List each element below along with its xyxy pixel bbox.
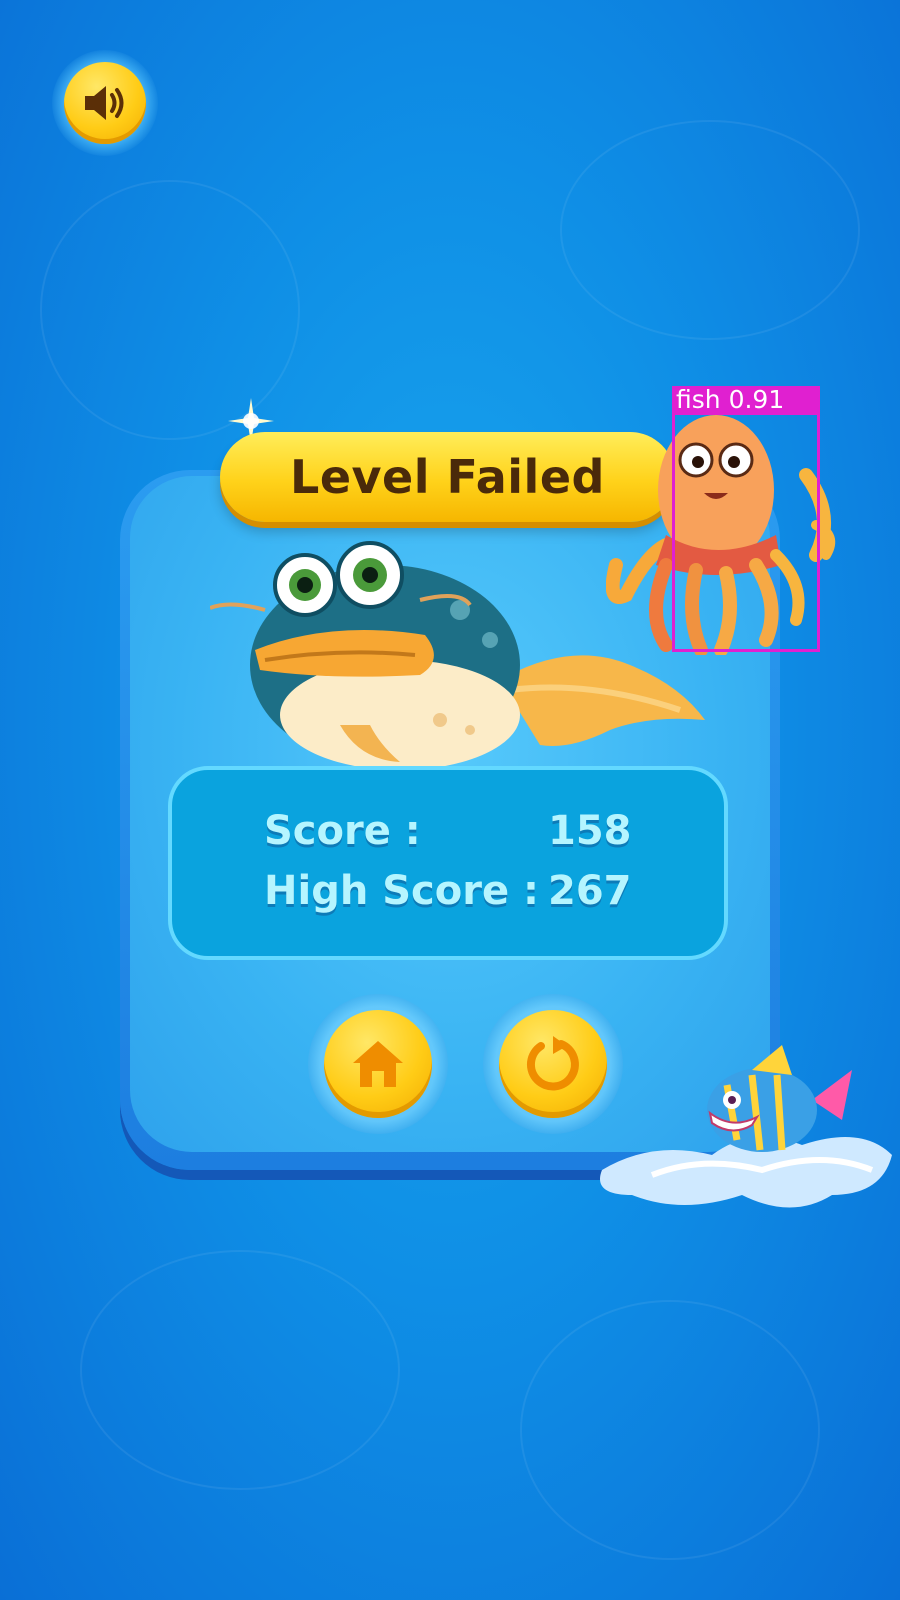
speaker-icon bbox=[85, 86, 124, 120]
home-button-face bbox=[324, 1010, 432, 1118]
score-panel bbox=[168, 766, 728, 960]
page-title: Level Failed bbox=[290, 450, 605, 504]
score-value: 158 bbox=[548, 808, 632, 854]
background-wave bbox=[520, 1300, 820, 1560]
background-wave bbox=[560, 120, 860, 340]
home-icon bbox=[353, 1041, 403, 1087]
high-score-value: 267 bbox=[548, 868, 632, 914]
home-button[interactable] bbox=[308, 994, 448, 1134]
high-score-label: High Score : bbox=[264, 868, 539, 914]
striped-fish-illustration bbox=[600, 1045, 892, 1208]
sound-button-face bbox=[64, 62, 146, 144]
retry-icon bbox=[526, 1036, 579, 1091]
sound-button[interactable] bbox=[52, 50, 158, 156]
background-wave bbox=[80, 1250, 400, 1490]
score-label: Score : bbox=[264, 808, 421, 854]
detection-label: fish 0.91 bbox=[672, 386, 820, 414]
retry-button-face bbox=[499, 1010, 607, 1118]
detection-box bbox=[672, 412, 820, 652]
